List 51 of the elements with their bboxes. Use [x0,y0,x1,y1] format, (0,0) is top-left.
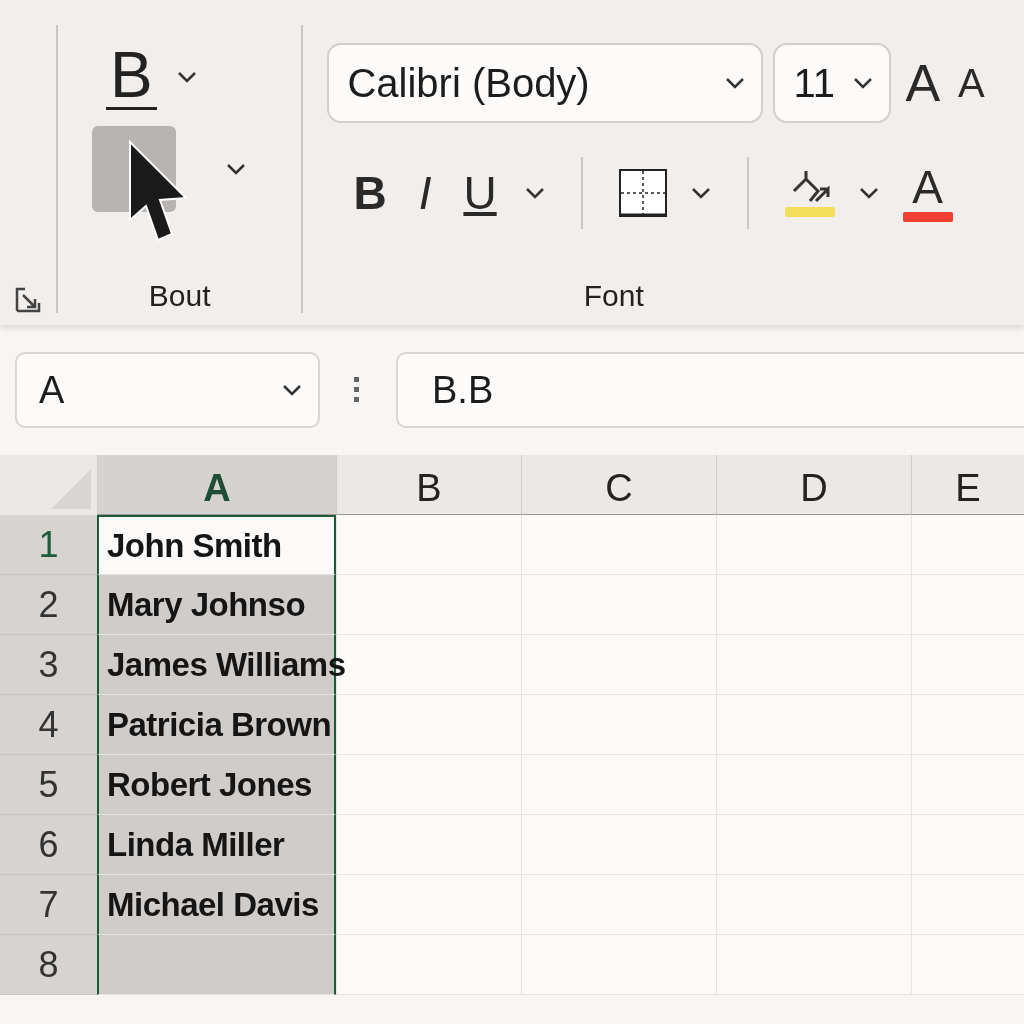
bold-button[interactable]: B [349,170,391,216]
caret-icon [524,187,545,199]
table-cell[interactable]: John Smith [97,515,336,575]
font-color-button[interactable]: A [902,164,953,222]
table-cell[interactable]: Robert Jones [97,755,336,815]
column-header[interactable]: A [97,455,336,515]
cell-text: Mary Johnso [107,585,306,624]
group-label: Font [583,279,644,313]
row-header[interactable]: 7 [0,875,97,935]
name-box[interactable]: A [15,352,320,428]
caret-icon [853,77,874,89]
table-cell[interactable]: Patricia Brown [97,695,336,755]
cell-text: Linda Miller [107,825,285,864]
row-header[interactable]: 5 [0,755,97,815]
cell-text: Michael Davis [107,885,319,924]
caret-icon [282,384,302,396]
column-header[interactable]: E [911,455,1024,515]
formula-field[interactable]: B.B [396,352,1024,428]
caret-icon [725,77,746,89]
column-header[interactable]: B [336,455,521,515]
row-header[interactable]: 2 [0,575,97,635]
font-name-dropdown[interactable]: Calibri (Body) [327,43,764,123]
column-header[interactable]: D [716,455,911,515]
cell-text: John Smith [107,526,282,565]
table-cell[interactable]: Michael Davis [97,875,336,935]
shrink-font-button[interactable]: A [954,63,989,103]
row-header[interactable]: 8 [0,935,97,995]
font-size-dropdown[interactable]: 11 [773,43,892,123]
table-cell[interactable] [97,935,336,995]
column-header[interactable]: C [521,455,716,515]
caret-icon [225,163,246,175]
row-header[interactable]: 4 [0,695,97,755]
italic-button[interactable]: I [414,170,436,216]
format-button[interactable]: B [105,43,157,110]
caret-icon [176,70,197,83]
caret-icon [858,187,879,199]
row-header[interactable]: 1 [0,515,97,575]
caret-icon [690,187,711,199]
row-header[interactable]: 3 [0,635,97,695]
fill-color-button[interactable] [784,169,835,217]
group-label: Bout [148,279,211,313]
table-cell[interactable]: Mary Johnso [97,575,336,635]
borders-icon[interactable] [618,169,667,217]
table-cell[interactable]: Linda Miller [97,815,336,875]
cell-text: Robert Jones [107,765,312,804]
dialog-launcher-icon[interactable] [14,287,41,313]
underline-button[interactable]: U [459,170,501,216]
name-box-value: A [39,368,65,412]
grow-font-button[interactable]: A [901,57,945,109]
row-header[interactable]: 6 [0,815,97,875]
cell-text: Patricia Brown [107,705,332,744]
